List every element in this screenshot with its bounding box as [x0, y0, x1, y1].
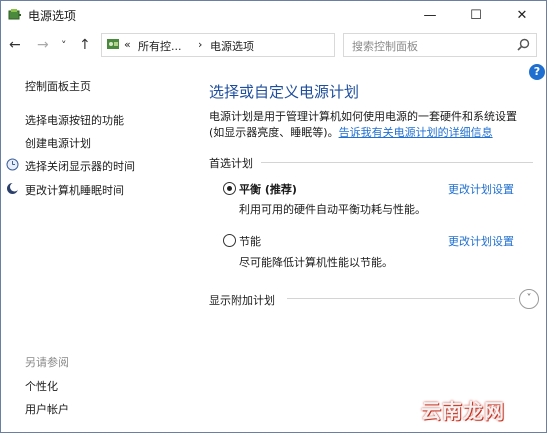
address-bar[interactable]: « 所有控... › 电源选项 ˅ ↻ — [101, 33, 428, 57]
minimize-button[interactable]: — — [407, 1, 453, 29]
page-title: 选择或自定义电源计划 — [209, 83, 360, 101]
forward-button[interactable]: → — [37, 37, 49, 53]
control-panel-icon — [107, 39, 119, 49]
page-description: 电源计划是用于管理计算机如何使用电源的一套硬件和系统设置(如显示器亮度、睡眠等)… — [209, 109, 529, 141]
sidebar-item-home[interactable]: 控制面板主页 — [25, 78, 91, 94]
watermark-logo: 云南龙网 — [421, 399, 505, 423]
plan-balanced-change-settings-link[interactable]: 更改计划设置 — [448, 181, 514, 197]
plan-power-saver-description: 尽可能降低计算机性能以节能。 — [239, 256, 393, 269]
window-title: 电源选项 — [28, 9, 77, 23]
up-button[interactable]: ↑ — [79, 37, 91, 53]
power-options-window: 电源选项 — ☐ ✕ ← → ˅ ↑ « 所有控... › 电源选项 ˅ ↻ 搜… — [0, 0, 547, 433]
maximize-button[interactable]: ☐ — [453, 1, 499, 29]
sidebar-item-sleep-time[interactable]: 更改计算机睡眠时间 — [25, 182, 124, 198]
close-button[interactable]: ✕ — [499, 1, 545, 29]
plan-balanced-radio[interactable] — [223, 182, 236, 195]
search-box[interactable]: 搜索控制面板 — [343, 33, 537, 57]
plan-power-saver-name[interactable]: 节能 — [239, 233, 261, 249]
see-also-user-accounts[interactable]: 用户帐户 — [25, 401, 69, 417]
sidebar-item-display-off[interactable]: 选择关闭显示器的时间 — [25, 158, 135, 174]
search-icon[interactable] — [517, 38, 530, 51]
plan-power-saver-radio[interactable] — [223, 234, 236, 247]
learn-more-link[interactable]: 告诉我有关电源计划的详细信息 — [339, 126, 493, 139]
help-button[interactable]: ? — [529, 64, 545, 80]
display-timer-icon — [6, 158, 19, 171]
sidebar-item-power-button[interactable]: 选择电源按钮的功能 — [25, 112, 124, 128]
plan-power-saver-change-settings-link[interactable]: 更改计划设置 — [448, 233, 514, 249]
title-bar: 电源选项 — ☐ ✕ — [1, 1, 546, 29]
additional-plans-heading[interactable]: 显示附加计划 — [209, 292, 275, 308]
section-divider — [261, 162, 533, 163]
section-divider — [287, 298, 515, 299]
radio-selected-dot — [227, 186, 232, 191]
breadcrumb-overflow[interactable]: « — [124, 38, 131, 51]
preferred-plans-heading: 首选计划 — [209, 157, 253, 170]
search-input[interactable]: 搜索控制面板 — [352, 38, 418, 54]
sidebar-item-create-plan[interactable]: 创建电源计划 — [25, 135, 91, 151]
breadcrumb-item-power[interactable]: 电源选项 — [210, 38, 254, 54]
plan-balanced-description: 利用可用的硬件自动平衡功耗与性能。 — [239, 203, 426, 216]
back-button[interactable]: ← — [9, 37, 21, 53]
recent-locations-button[interactable]: ˅ — [61, 39, 67, 52]
breadcrumb-item-all[interactable]: 所有控... — [138, 38, 182, 54]
see-also-heading: 另请参阅 — [25, 356, 69, 369]
sleep-moon-icon — [7, 182, 19, 194]
see-also-personalization[interactable]: 个性化 — [25, 378, 58, 394]
breadcrumb-separator: › — [198, 38, 203, 51]
power-options-icon — [8, 9, 21, 20]
plan-balanced-name[interactable]: 平衡 (推荐) — [239, 181, 297, 197]
expand-chevron-icon[interactable]: ˅ — [519, 289, 539, 309]
